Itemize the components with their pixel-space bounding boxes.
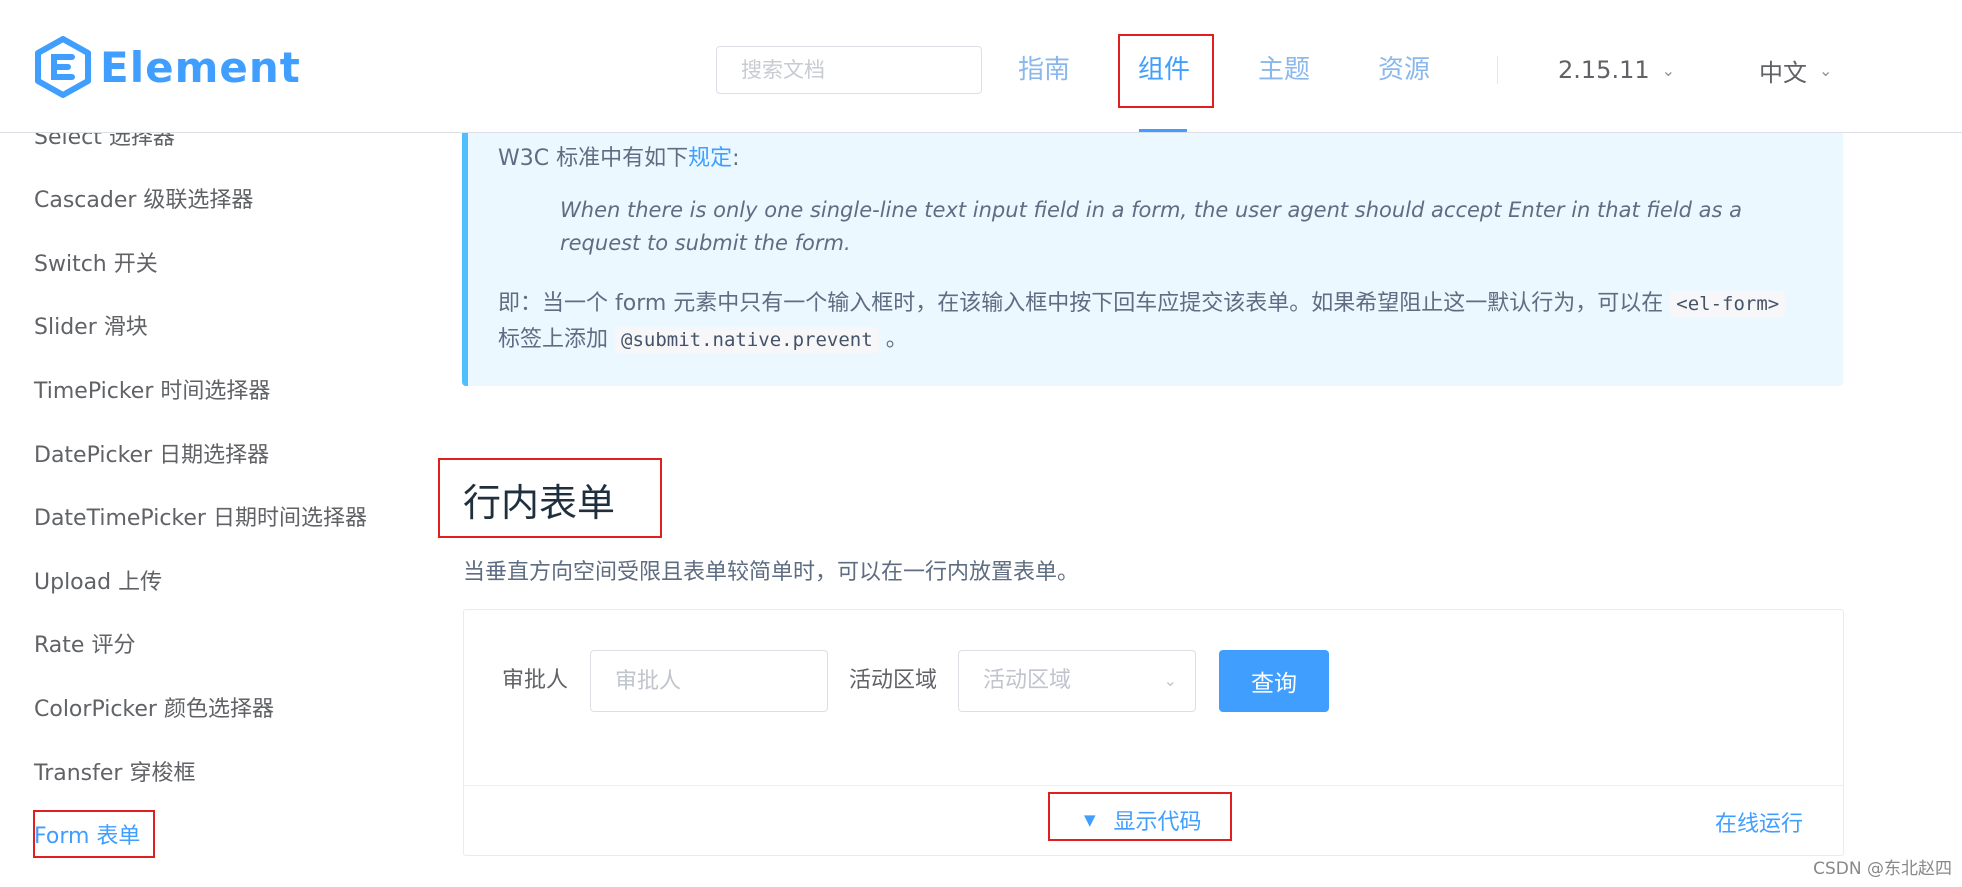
sidebar-item-rate[interactable]: Rate 评分 xyxy=(34,630,135,662)
tip-quote: When there is only one single-line text … xyxy=(560,198,1743,255)
approver-input[interactable] xyxy=(590,650,828,712)
nav-component[interactable]: 组件 xyxy=(1138,50,1190,90)
nav-resource[interactable]: 资源 xyxy=(1378,50,1430,90)
demo-block: 审批人 活动区域 活动区域 ⌄ 查询 ▼ 显示代码 在线运行 xyxy=(463,609,1844,856)
run-online-link[interactable]: 在线运行 xyxy=(1715,806,1803,838)
nav-guide[interactable]: 指南 xyxy=(1018,50,1070,90)
sidebar-item-slider[interactable]: Slider 滑块 xyxy=(34,312,148,344)
version-label: 2.15.11 xyxy=(1558,56,1650,84)
chevron-down-icon: ⌄ xyxy=(1163,671,1177,690)
nav-active-indicator xyxy=(1139,129,1187,132)
tip-para-mid: 标签上添加 xyxy=(498,327,609,352)
element-logo[interactable]: Element xyxy=(34,36,301,98)
region-placeholder: 活动区域 xyxy=(983,668,1072,693)
sidebar-item-upload[interactable]: Upload 上传 xyxy=(34,567,162,599)
nav-divider xyxy=(1497,56,1498,84)
approver-label: 审批人 xyxy=(502,668,569,693)
sidebar: Select 选择器 Cascader 级联选择器 Switch 开关 Slid… xyxy=(0,132,420,887)
watermark: CSDN @东北赵四 xyxy=(1813,859,1952,879)
sidebar-item-cascader[interactable]: Cascader 级联选择器 xyxy=(34,185,253,217)
tip-intro-text: W3C 标准中有如下 xyxy=(498,146,689,171)
sidebar-item-form[interactable]: Form 表单 xyxy=(34,821,140,853)
section-title: 行内表单 xyxy=(463,481,616,525)
sidebar-item-switch[interactable]: Switch 开关 xyxy=(34,249,158,281)
tip-paragraph: 即：当一个 form 元素中只有一个输入框时，在该输入框中按下回车应提交该表单。… xyxy=(498,286,1828,358)
sidebar-item-colorpicker[interactable]: ColorPicker 颜色选择器 xyxy=(34,694,274,726)
show-code-button[interactable]: ▼ 显示代码 xyxy=(1084,804,1202,836)
element-logo-icon xyxy=(35,36,91,98)
tip-intro-colon: : xyxy=(732,146,740,171)
region-select[interactable]: 活动区域 ⌄ xyxy=(958,650,1196,712)
tip-para-end: 。 xyxy=(885,327,908,352)
caret-down-icon: ▼ xyxy=(1084,811,1096,829)
chevron-down-icon: ⌄ xyxy=(1819,60,1833,80)
tip-para-text: 即：当一个 form 元素中只有一个输入框时，在该输入框中按下回车应提交该表单。… xyxy=(498,291,1664,316)
tip-intro: W3C 标准中有如下规定: xyxy=(498,140,740,172)
nav-theme[interactable]: 主题 xyxy=(1258,50,1310,90)
logo-text: Element xyxy=(100,42,301,92)
show-code-label: 显示代码 xyxy=(1113,810,1202,835)
sidebar-item-timepicker[interactable]: TimePicker 时间选择器 xyxy=(34,376,270,408)
sidebar-item-datepicker[interactable]: DatePicker 日期选择器 xyxy=(34,440,269,472)
demo-footer: ▼ 显示代码 在线运行 xyxy=(464,785,1843,856)
code-submit-prevent: @submit.native.prevent xyxy=(615,327,879,353)
language-dropdown[interactable]: 中文 ⌄ xyxy=(1759,52,1832,88)
sidebar-item-datetimepicker[interactable]: DateTimePicker 日期时间选择器 xyxy=(34,503,367,535)
code-el-form: <el-form> xyxy=(1670,291,1786,317)
spec-link[interactable]: 规定 xyxy=(688,146,732,171)
search-input[interactable] xyxy=(716,46,982,94)
tip-block: W3C 标准中有如下规定: When there is only one sin… xyxy=(462,132,1843,386)
section-description: 当垂直方向空间受限且表单较简单时，可以在一行内放置表单。 xyxy=(463,560,1080,585)
version-dropdown[interactable]: 2.15.11 ⌄ xyxy=(1558,52,1675,88)
chevron-down-icon: ⌄ xyxy=(1661,60,1676,80)
sidebar-item-select[interactable]: Select 选择器 xyxy=(34,132,175,154)
sidebar-item-transfer[interactable]: Transfer 穿梭框 xyxy=(34,758,195,790)
language-label: 中文 xyxy=(1759,58,1807,87)
query-button[interactable]: 查询 xyxy=(1219,650,1329,712)
top-header: Element 指南 组件 主题 资源 2.15.11 ⌄ 中文 ⌄ xyxy=(0,0,1962,133)
region-label: 活动区域 xyxy=(849,668,938,693)
